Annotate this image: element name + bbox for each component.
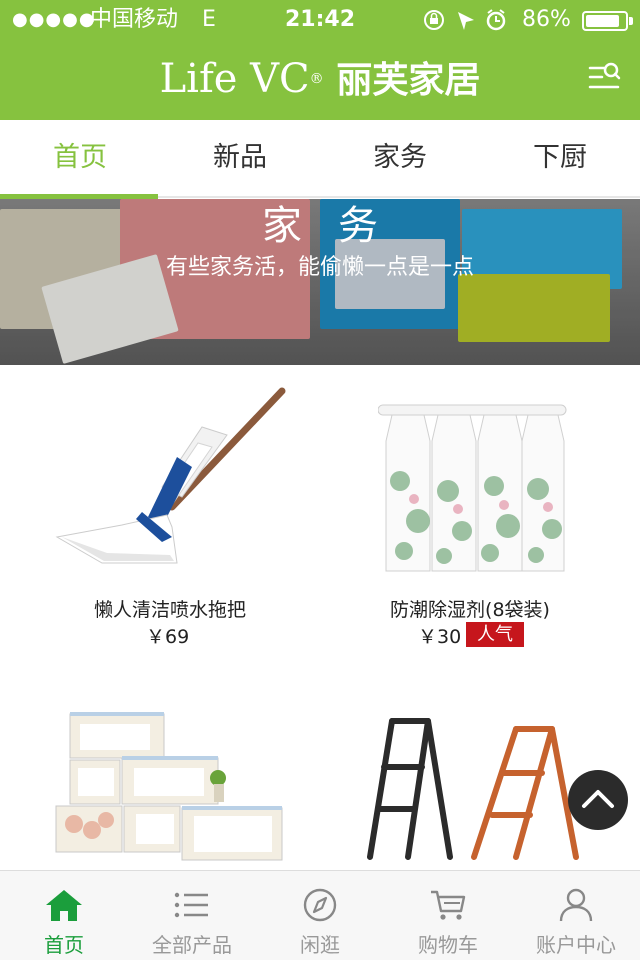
battery-icon (582, 11, 628, 31)
tab-housework[interactable]: 家务 (320, 120, 480, 198)
battery-tip (629, 17, 633, 25)
registered-mark: ® (309, 71, 324, 87)
cart-icon (431, 890, 466, 920)
battery-percent: 86% (522, 7, 571, 32)
mop-illustration (55, 387, 286, 564)
home-icon (46, 890, 82, 921)
promo-banner[interactable]: 家务 有些家务活，能偷懒一点是一点 (0, 199, 640, 365)
product-name[interactable]: 懒人清洁喷水拖把 (10, 595, 330, 622)
status-indicator-icons (424, 9, 506, 31)
nav-cart[interactable]: 购物车 (384, 871, 512, 960)
step-ladder-illustration (367, 718, 579, 860)
dehumidifier-illustration (377, 404, 567, 572)
banner-title: 家务 (262, 203, 414, 249)
nav-label: 首页 (44, 933, 84, 957)
brand-name-cn: 丽芙家居 (336, 60, 481, 101)
mop-product-image[interactable] (52, 387, 288, 587)
scroll-to-top-button[interactable] (568, 770, 628, 830)
status-bar: ●●●●● 中国移动 E 21:42 86% (0, 0, 640, 40)
nav-all-products[interactable]: 全部产品 (128, 871, 256, 960)
nav-label: 全部产品 (152, 933, 232, 957)
storage-box-product-image[interactable] (54, 710, 286, 865)
compass-icon (303, 888, 337, 922)
brand-logo[interactable]: Life VC® 丽芙家居 (0, 54, 640, 106)
nav-browse[interactable]: 闲逛 (256, 871, 384, 960)
menu-search-button[interactable] (586, 60, 622, 96)
dehumidifier-product-image[interactable] (377, 401, 568, 581)
nav-home[interactable]: 首页 (0, 871, 128, 960)
nav-account[interactable]: 账户中心 (512, 871, 640, 960)
user-icon (559, 888, 593, 922)
product-price: ￥69 (146, 626, 190, 648)
product-name[interactable]: 防潮除湿剂(8袋装) (310, 595, 630, 622)
tab-new[interactable]: 新品 (160, 120, 320, 198)
storage-box-illustration (55, 712, 283, 861)
brand-name-en: Life VC (159, 56, 310, 102)
list-icon (174, 892, 208, 918)
bottom-navigation: 首页 全部产品 闲逛 购物车 账户中心 (0, 870, 640, 960)
banner-subtitle: 有些家务活，能偷懒一点是一点 (165, 255, 474, 280)
product-grid: 懒人清洁喷水拖把 ￥69 防潮除湿剂(8袋装) ￥30 人气 (0, 365, 640, 870)
category-tabs: 首页 新品 家务 下厨 (0, 120, 640, 198)
battery-level (586, 15, 619, 27)
status-icons (422, 0, 512, 53)
tab-kitchen[interactable]: 下厨 (480, 120, 640, 198)
nav-label: 闲逛 (300, 933, 340, 957)
header-bar: ●●●●● 中国移动 E 21:42 86% Life VC® 丽芙家居 (0, 0, 640, 120)
menu-search-icon (588, 62, 621, 89)
step-ladder-product-image[interactable] (366, 715, 586, 865)
nav-label: 购物车 (418, 933, 478, 957)
product-price: ￥30 (418, 626, 462, 648)
app-screen: ●●●●● 中国移动 E 21:42 86% Life VC® 丽芙家居 首页 … (0, 0, 640, 960)
nav-label: 账户中心 (536, 933, 616, 957)
tab-home[interactable]: 首页 (0, 120, 160, 198)
popular-badge: 人气 (466, 622, 524, 647)
chevron-up-icon (582, 790, 614, 808)
